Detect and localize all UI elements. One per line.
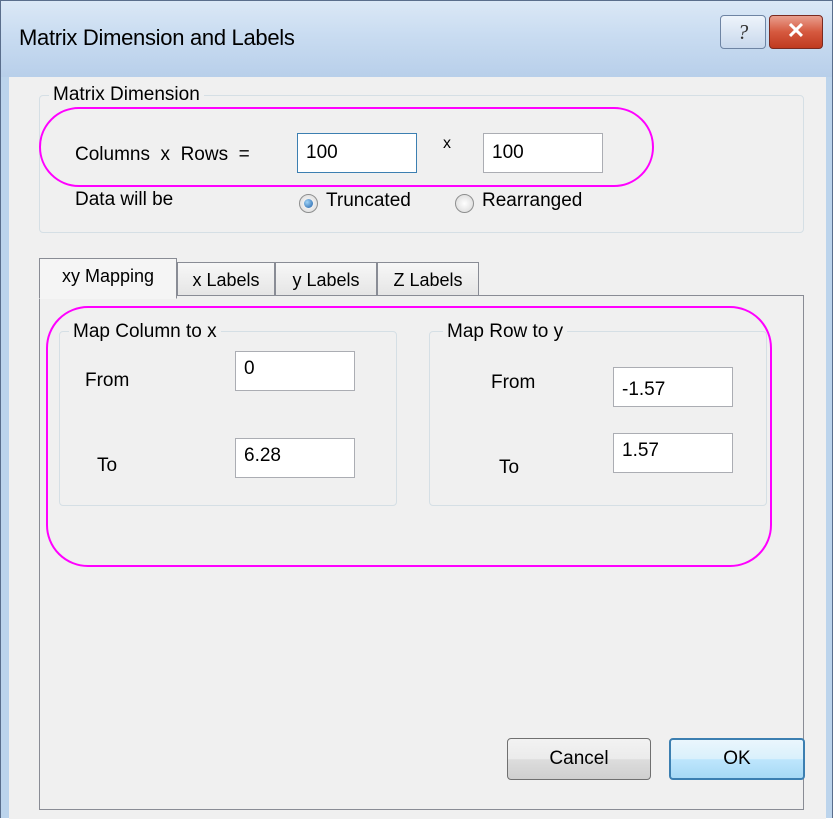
matrix-dimension-caption: Matrix Dimension (49, 84, 204, 106)
column-to-input[interactable] (235, 438, 355, 478)
tab-y-labels[interactable]: y Labels (275, 262, 377, 299)
close-icon: ✕ (786, 18, 806, 43)
map-row-to-y-group (429, 331, 767, 506)
columns-rows-label: Columns x Rows = (75, 144, 250, 165)
title-bar[interactable]: Matrix Dimension and Labels ? ✕ (1, 1, 832, 77)
column-from-input[interactable] (235, 351, 355, 391)
tab-z-labels[interactable]: Z Labels (377, 262, 479, 299)
dialog-window: Matrix Dimension and Labels ? ✕ Matrix D… (0, 0, 833, 819)
ok-button[interactable]: OK (669, 738, 805, 780)
map-column-to-x-caption: Map Column to x (69, 321, 221, 343)
window-title: Matrix Dimension and Labels (19, 25, 295, 50)
tab-label: xy Mapping (61, 266, 155, 286)
column-to-label: To (97, 455, 118, 476)
row-from-input[interactable] (613, 367, 733, 407)
truncated-radio[interactable] (299, 194, 318, 213)
rearranged-label[interactable]: Rearranged (482, 190, 582, 212)
cancel-button[interactable]: Cancel (507, 738, 651, 780)
columns-input[interactable] (297, 133, 417, 173)
help-icon: ? (737, 20, 749, 44)
row-to-label: To (499, 457, 520, 478)
tab-xy-mapping[interactable]: xy Mapping (39, 258, 177, 299)
row-from-label: From (491, 372, 536, 393)
map-row-to-y-caption: Map Row to y (443, 321, 568, 343)
times-symbol: x (443, 135, 451, 152)
truncated-label[interactable]: Truncated (326, 190, 411, 212)
dialog-body: Matrix Dimension Columns x Rows = x Data… (9, 77, 826, 819)
tab-label: y Labels (292, 270, 360, 290)
radio-selected-dot (304, 199, 313, 208)
row-to-input[interactable] (613, 433, 733, 473)
help-button[interactable]: ? (720, 15, 766, 49)
tab-label: Z Labels (393, 270, 463, 290)
data-will-be-label: Data will be (75, 189, 174, 210)
tab-label: x Labels (192, 270, 260, 290)
close-button[interactable]: ✕ (769, 15, 823, 49)
rows-input[interactable] (483, 133, 603, 173)
rearranged-radio[interactable] (455, 194, 474, 213)
tab-x-labels[interactable]: x Labels (177, 262, 275, 299)
column-from-label: From (85, 370, 130, 391)
